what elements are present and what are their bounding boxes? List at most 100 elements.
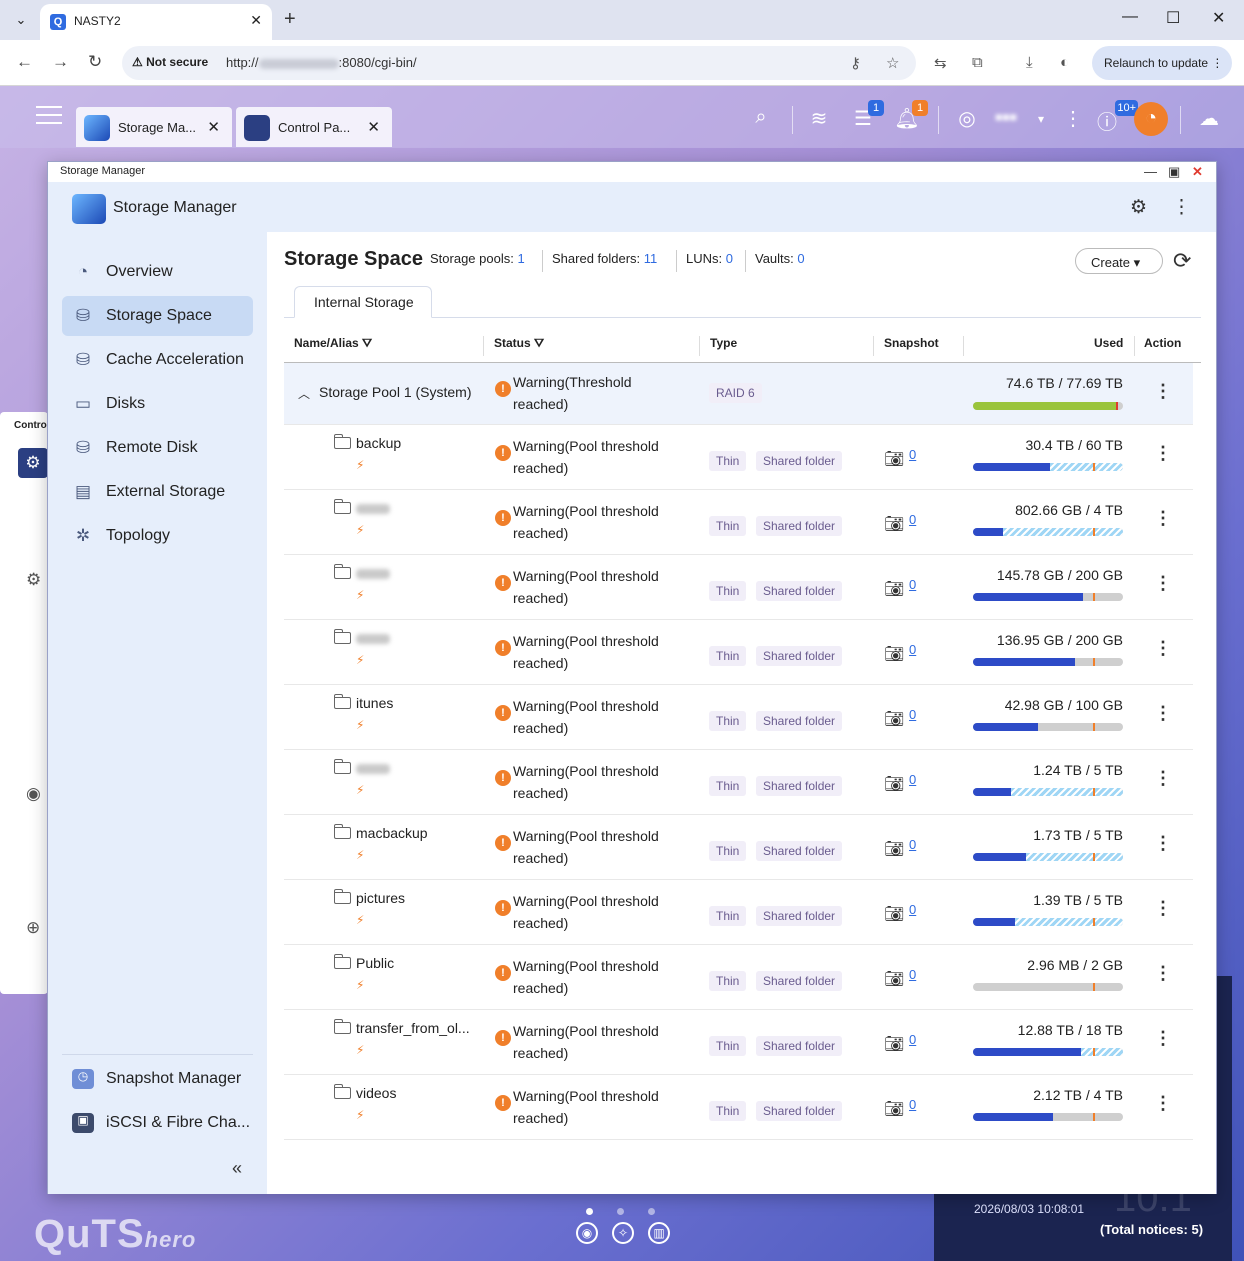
close-tab-icon[interactable]: ✕: [367, 118, 380, 136]
shared-folder-row[interactable]: pictures ⚡︎! Warning(Pool threshold reache…: [284, 880, 1193, 945]
stack-icon[interactable]: ≋: [804, 106, 834, 136]
window-close-icon[interactable]: ✕: [1192, 164, 1203, 180]
snapshot-count-link[interactable]: 0: [909, 772, 916, 787]
sidebar-item-topology[interactable]: ✲ Topology: [62, 516, 253, 556]
column-header-status[interactable]: Status ⛛: [494, 336, 544, 351]
taskbar-tab-storage-manager[interactable]: Storage Ma... ✕: [76, 107, 232, 147]
collapse-sidebar-icon[interactable]: «: [232, 1158, 242, 1179]
snapshot-count-link[interactable]: 0: [909, 447, 916, 462]
sidebar-item-iscsi[interactable]: ▣ iSCSI & Fibre Cha...: [62, 1103, 253, 1143]
profile-icon[interactable]: ◐: [1060, 54, 1069, 71]
shared-folder-row[interactable]: transfer_from_ol... ⚡︎! Warning(Pool thres…: [284, 1010, 1193, 1075]
browser-tab[interactable]: Q NASTY2 ✕: [40, 4, 272, 40]
notification-bell-icon[interactable]: 🔔︎ 1: [892, 100, 928, 136]
folder-name[interactable]: pictures: [356, 890, 405, 906]
column-header-snapshot[interactable]: Snapshot: [884, 336, 939, 350]
row-more-icon[interactable]: ⋮: [1154, 1028, 1172, 1049]
snapshot-count-link[interactable]: 0: [909, 707, 916, 722]
relaunch-button[interactable]: Relaunch to update ⋮: [1092, 46, 1232, 80]
shared-folder-row[interactable]: itunes ⚡︎! Warning(Pool threshold reached)…: [284, 685, 1193, 750]
folder-name[interactable]: itunes: [356, 695, 393, 711]
search-icon[interactable]: ⌕: [746, 106, 776, 136]
sidebar-item-cache-acceleration[interactable]: ⛁ Cache Acceleration: [62, 340, 253, 380]
download-icon[interactable]: ⤓: [1026, 54, 1033, 71]
column-header-name[interactable]: Name/Alias ⛛: [294, 336, 372, 351]
minimize-icon[interactable]: —: [1122, 8, 1138, 26]
close-tab-icon[interactable]: ✕: [207, 118, 220, 136]
close-window-icon[interactable]: ✕: [1212, 8, 1225, 28]
shared-folder-row[interactable]: ⚡︎! Warning(Pool threshold reached) Thin Sh…: [284, 490, 1193, 555]
shared-folder-row[interactable]: ⚡︎! Warning(Pool threshold reached) Thin Sh…: [284, 620, 1193, 685]
sidebar-item-remote-disk[interactable]: ⛁ Remote Disk: [62, 428, 253, 468]
resource-monitor-gauge-icon[interactable]: ◔: [1134, 102, 1168, 136]
user-dropdown-chevron-icon[interactable]: ▾: [1026, 112, 1056, 142]
snapshot-count-link[interactable]: 0: [909, 1097, 916, 1112]
globe-icon[interactable]: ⊕: [26, 918, 40, 938]
window-maximize-icon[interactable]: ▣: [1168, 164, 1180, 180]
row-more-icon[interactable]: ⋮: [1154, 573, 1172, 594]
maximize-icon[interactable]: ☐: [1166, 8, 1180, 28]
snapshot-count-link[interactable]: 0: [909, 512, 916, 527]
snapshot-count-link[interactable]: 0: [909, 837, 916, 852]
folder-name[interactable]: videos: [356, 1085, 396, 1101]
collapse-chevron-up-icon[interactable]: ︿: [298, 385, 310, 402]
background-tasks-icon[interactable]: ☰ 1: [848, 100, 884, 136]
snapshot-count-link[interactable]: 0: [909, 902, 916, 917]
filter-icon[interactable]: ⛛: [534, 336, 544, 350]
sidebar-item-overview[interactable]: ◔ Overview: [62, 252, 253, 292]
row-more-icon[interactable]: ⋮: [1154, 703, 1172, 724]
user-avatar-icon[interactable]: ◎: [952, 106, 982, 136]
cloud-icon[interactable]: ☁: [1194, 106, 1224, 136]
row-more-icon[interactable]: ⋮: [1154, 638, 1172, 659]
row-more-icon[interactable]: ⋮: [1154, 381, 1172, 402]
dock-compass-icon[interactable]: ✧: [612, 1222, 634, 1244]
row-more-icon[interactable]: ⋮: [1154, 898, 1172, 919]
taskbar-tab-control-panel[interactable]: Control Pa... ✕: [236, 107, 392, 147]
folder-name[interactable]: transfer_from_ol...: [356, 1020, 470, 1036]
refresh-icon[interactable]: ⟳: [1173, 248, 1191, 274]
settings-gear-icon[interactable]: ⚙: [1130, 196, 1147, 219]
shared-folder-row[interactable]: ⚡︎! Warning(Pool threshold reached) Thin Sh…: [284, 750, 1193, 815]
row-more-icon[interactable]: ⋮: [1154, 963, 1172, 984]
snapshot-count-link[interactable]: 0: [909, 1032, 916, 1047]
row-more-icon[interactable]: ⋮: [1154, 508, 1172, 529]
filter-icon[interactable]: ⛛: [362, 336, 372, 350]
row-more-icon[interactable]: ⋮: [1154, 1093, 1172, 1114]
back-arrow-icon[interactable]: ←: [16, 52, 33, 72]
extension-sync-icon[interactable]: ⇆: [934, 54, 947, 72]
window-titlebar[interactable]: Storage Manager: [48, 162, 1216, 182]
blurred-username[interactable]: ■■■: [986, 110, 1026, 140]
snapshot-count-link[interactable]: 0: [909, 967, 916, 982]
shared-folder-row[interactable]: backup ⚡︎! Warning(Pool threshold reached)…: [284, 425, 1193, 490]
dock-eye-icon[interactable]: ◉: [576, 1222, 598, 1244]
url-text[interactable]: http://:8080/cgi-bin/: [226, 55, 417, 70]
more-options-icon[interactable]: ⋮: [1172, 196, 1191, 219]
gear-icon[interactable]: ⚙: [26, 570, 41, 590]
event-info-icon[interactable]: ⓘ 10+: [1092, 100, 1138, 136]
shared-folder-row[interactable]: videos ⚡︎! Warning(Pool threshold reached)…: [284, 1075, 1193, 1140]
folder-name[interactable]: backup: [356, 435, 401, 451]
tab-internal-storage[interactable]: Internal Storage: [294, 286, 432, 318]
row-more-icon[interactable]: ⋮: [1154, 833, 1172, 854]
window-minimize-icon[interactable]: —: [1144, 164, 1157, 179]
password-key-icon[interactable]: ⚷: [850, 54, 861, 72]
sidebar-item-external-storage[interactable]: ▤ External Storage: [62, 472, 253, 512]
storage-pool-row[interactable]: ︿ Storage Pool 1 (System) ! Warning(Thre…: [284, 363, 1193, 425]
sidebar-item-disks[interactable]: ▭ Disks: [62, 384, 253, 424]
control-panel-window-behind[interactable]: Contro ⚙ ⚙ ◉ ⊕: [0, 412, 48, 994]
create-button[interactable]: Create ▾: [1075, 248, 1163, 274]
extensions-puzzle-icon[interactable]: ⧉: [972, 54, 983, 71]
sidebar-item-storage-space[interactable]: ⛁ Storage Space: [62, 296, 253, 336]
folder-name[interactable]: Public: [356, 955, 394, 971]
sidebar-item-snapshot-manager[interactable]: ◷ Snapshot Manager: [62, 1059, 253, 1099]
shared-folder-row[interactable]: ⚡︎! Warning(Pool threshold reached) Thin Sh…: [284, 555, 1193, 620]
tab-search-chevron-icon[interactable]: ⌄: [10, 9, 32, 31]
row-more-icon[interactable]: ⋮: [1154, 768, 1172, 789]
new-tab-plus-icon[interactable]: +: [284, 8, 296, 31]
reload-icon[interactable]: ↻: [88, 52, 102, 72]
not-secure-warning[interactable]: ⚠ Not secure: [132, 55, 208, 69]
snapshot-count-link[interactable]: 0: [909, 577, 916, 592]
bookmark-star-icon[interactable]: ☆: [886, 54, 899, 72]
more-options-icon[interactable]: ⋮: [1058, 106, 1088, 136]
desktop-page-dots[interactable]: [586, 1202, 679, 1220]
